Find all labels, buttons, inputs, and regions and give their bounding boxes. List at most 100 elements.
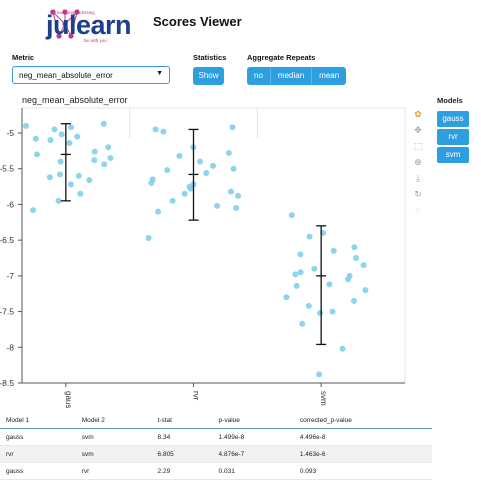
data-point — [297, 269, 304, 276]
table-cell: 0.031 — [212, 462, 294, 480]
data-point — [283, 294, 290, 301]
data-point — [105, 144, 112, 151]
data-point — [33, 151, 40, 158]
table-cell: rvr — [0, 445, 76, 463]
aggregate-no-button[interactable]: no — [247, 67, 271, 85]
data-point — [57, 158, 64, 165]
data-point — [56, 171, 63, 178]
data-point — [305, 302, 312, 309]
chart-toolbar: ✿ ✥ ⬚ ⊕ ⤓ ↻ ◌ — [410, 108, 426, 220]
hover-icon[interactable]: ◌ — [412, 204, 424, 216]
data-point — [66, 140, 73, 146]
data-point — [339, 345, 346, 352]
x-tick-label: gauss — [64, 391, 73, 408]
reset-icon[interactable]: ↻ — [412, 188, 424, 200]
statistics-label: Statistics — [193, 53, 227, 62]
table-header-row: Model 1 Model 2 t-stat p-value corrected… — [0, 412, 432, 429]
show-button[interactable]: Show — [193, 67, 224, 85]
scores-chart[interactable]: -5 -5.5 -6 -6.5 -7 -7.5 -8 -8.5 gauss rvr svm — [0, 96, 410, 408]
data-point — [107, 155, 114, 161]
data-point — [229, 124, 236, 131]
save-icon[interactable]: ⤓ — [412, 172, 424, 184]
table-cell: 0.093 — [293, 462, 432, 480]
data-point — [225, 150, 232, 156]
data-point — [230, 165, 237, 172]
bokeh-logo-icon[interactable]: ✿ — [412, 108, 424, 120]
data-point — [360, 262, 367, 269]
data-point — [169, 197, 176, 204]
column-header[interactable]: t-stat — [151, 412, 213, 429]
table-row[interactable]: rvr svm 6.805 4.876e-7 1.463e-6 — [0, 445, 432, 463]
plot-frame — [21, 107, 406, 384]
data-point — [214, 202, 221, 209]
data-point — [91, 157, 98, 164]
box-zoom-icon[interactable]: ⬚ — [412, 140, 424, 152]
data-point — [227, 188, 234, 195]
model-toggle-rvr[interactable]: rvr — [437, 129, 469, 145]
metric-select-value: neg_mean_absolute_error — [19, 71, 113, 80]
data-point — [299, 320, 306, 327]
logo-tagline-top: we love preprocessing — [50, 10, 95, 15]
data-point — [235, 192, 242, 199]
data-point — [47, 137, 54, 144]
data-point — [362, 287, 369, 294]
data-point — [77, 190, 84, 197]
data-point — [293, 282, 300, 289]
table-row[interactable]: gauss svm 8.34 1.499e-8 4.496e-8 — [0, 428, 432, 446]
data-point — [317, 310, 324, 316]
metric-select[interactable]: neg_mean_absolute_error ▼ — [12, 66, 170, 84]
wheel-zoom-icon[interactable]: ⊕ — [412, 156, 424, 168]
data-point — [352, 255, 359, 261]
aggregate-mean-button[interactable]: mean — [312, 67, 347, 85]
aggregate-button-group: no median mean — [247, 67, 347, 85]
pan-icon[interactable]: ✥ — [412, 124, 424, 136]
x-tick-label: rvr — [192, 391, 201, 401]
column-header[interactable]: Model 2 — [75, 412, 152, 429]
data-point — [86, 177, 93, 184]
data-point — [58, 131, 65, 138]
y-tick-label: -6 — [6, 199, 14, 209]
models-label: Models — [437, 96, 463, 105]
y-tick-label: -7.5 — [0, 307, 14, 317]
data-point — [288, 212, 295, 219]
table-cell: 1.463e-6 — [293, 445, 432, 463]
data-point — [74, 133, 81, 140]
data-point — [187, 185, 194, 192]
data-point — [311, 265, 318, 272]
model-toggle-gauss[interactable]: gauss — [437, 111, 469, 127]
data-point — [160, 128, 167, 135]
page-title: Scores Viewer — [153, 14, 242, 29]
y-tick-label: -7 — [6, 271, 14, 281]
table-cell: 4.876e-7 — [212, 445, 294, 463]
data-point — [351, 244, 358, 251]
data-point — [55, 197, 62, 204]
model-toggle-svm[interactable]: svm — [437, 147, 469, 163]
y-tick-label: -5 — [6, 128, 14, 138]
data-point — [101, 161, 108, 168]
x-tick-label: svm — [319, 391, 328, 406]
column-header[interactable]: Model 1 — [0, 412, 76, 429]
data-point — [100, 120, 107, 127]
column-header[interactable]: p-value — [212, 412, 294, 429]
table-row[interactable]: gauss rvr 2.29 0.031 0.093 — [0, 462, 432, 480]
data-point — [350, 297, 357, 304]
table-cell: 6.805 — [151, 445, 213, 463]
data-point — [46, 174, 53, 181]
data-point — [330, 247, 337, 254]
data-point — [32, 135, 39, 142]
aggregate-label: Aggregate Repeats — [247, 53, 316, 62]
stats-table: Model 1 Model 2 t-stat p-value corrected… — [0, 412, 432, 480]
column-header[interactable]: corrected_p-value — [293, 412, 432, 429]
table-cell: 8.34 — [151, 428, 213, 446]
logo-tagline-bottom: be with you — [84, 38, 107, 43]
table-cell: rvr — [75, 462, 152, 480]
data-point — [152, 126, 159, 133]
table-cell: 1.499e-8 — [212, 428, 294, 446]
data-point — [292, 271, 299, 278]
data-point — [344, 276, 351, 283]
data-point — [67, 181, 74, 188]
aggregate-median-button[interactable]: median — [270, 67, 313, 85]
table-cell: svm — [75, 445, 152, 463]
data-point — [68, 124, 75, 131]
data-point — [210, 162, 217, 169]
